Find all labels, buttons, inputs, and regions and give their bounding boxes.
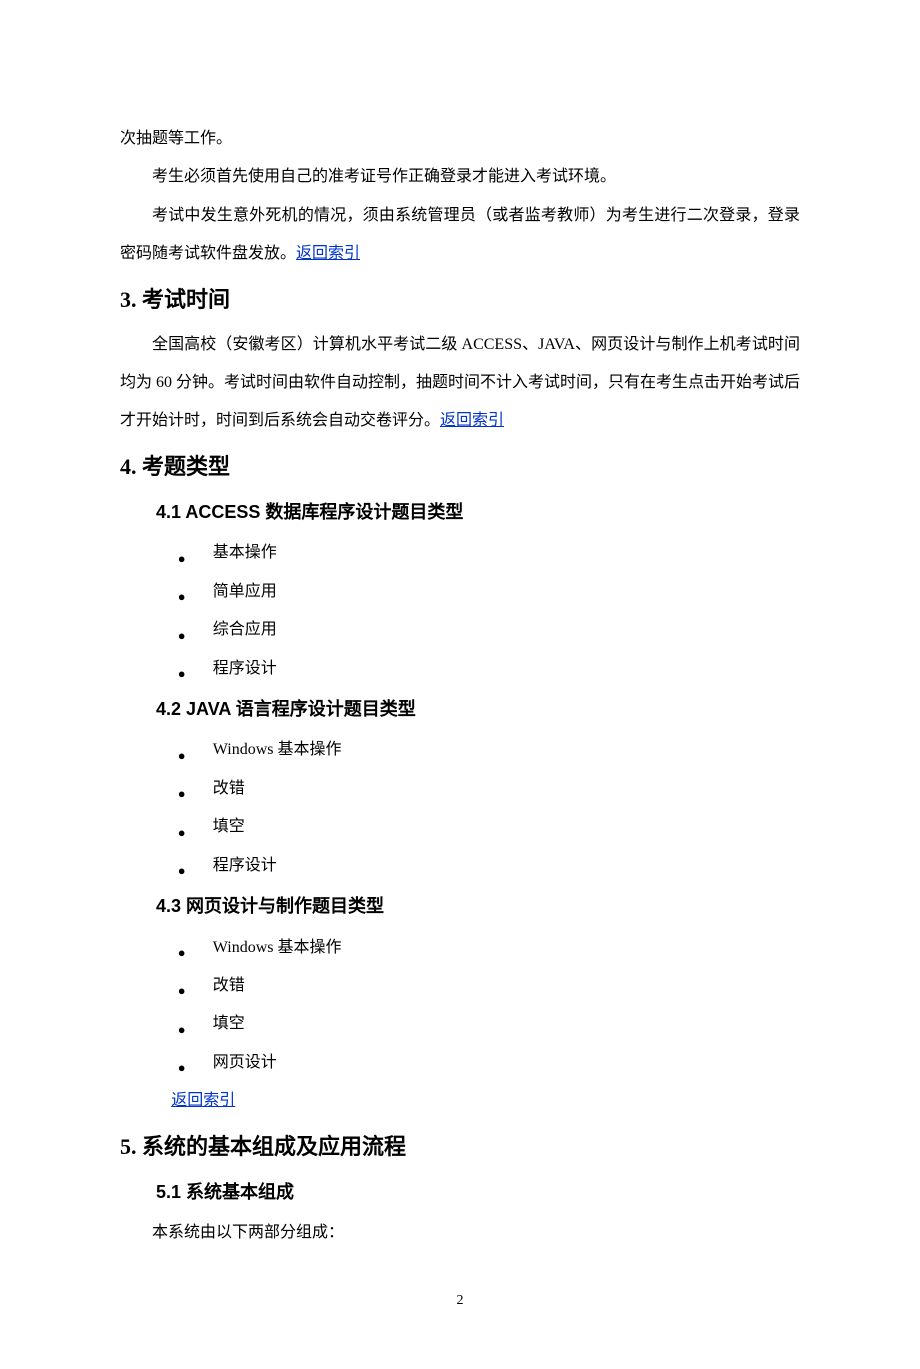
list-item: 改错: [171, 770, 800, 808]
paragraph-text: 考试中发生意外死机的情况，须由系统管理员（或者监考教师）为考生进行二次登录，登录…: [120, 207, 800, 262]
subheading-java: 4.2 JAVA 语言程序设计题目类型: [156, 690, 800, 730]
paragraph: 考生必须首先使用自己的准考证号作正确登录才能进入考试环境。: [120, 158, 800, 196]
bullet-list-access: 基本操作 简单应用 综合应用 程序设计: [171, 534, 800, 688]
paragraph: 全国高校（安徽考区）计算机水平考试二级 ACCESS、JAVA、网页设计与制作上…: [120, 326, 800, 441]
return-index-link[interactable]: 返回索引: [296, 245, 360, 262]
paragraph: 本系统由以下两部分组成：: [152, 1214, 800, 1252]
list-item: Windows 基本操作: [171, 929, 800, 967]
subheading-webdesign: 4.3 网页设计与制作题目类型: [156, 887, 800, 927]
list-item: 程序设计: [171, 847, 800, 885]
list-item: 基本操作: [171, 534, 800, 572]
list-item: 填空: [171, 1005, 800, 1043]
subheading-system-basic: 5.1 系统基本组成: [156, 1173, 800, 1213]
heading-system-composition: 5. 系统的基本组成及应用流程: [120, 1125, 800, 1169]
bullet-list-web: Windows 基本操作 改错 填空 网页设计: [171, 929, 800, 1083]
page-number: 2: [120, 1293, 800, 1309]
subheading-access: 4.1 ACCESS 数据库程序设计题目类型: [156, 493, 800, 533]
return-index-link[interactable]: 返回索引: [171, 1092, 235, 1109]
list-item: 简单应用: [171, 573, 800, 611]
paragraph-continuation: 次抽题等工作。: [120, 120, 800, 158]
heading-exam-time: 3. 考试时间: [120, 278, 800, 322]
return-index-link[interactable]: 返回索引: [440, 412, 504, 429]
list-item: 填空: [171, 808, 800, 846]
list-item: 网页设计: [171, 1044, 800, 1082]
list-item: 改错: [171, 967, 800, 1005]
paragraph: 考试中发生意外死机的情况，须由系统管理员（或者监考教师）为考生进行二次登录，登录…: [120, 197, 800, 274]
heading-question-types: 4. 考题类型: [120, 445, 800, 489]
list-item: Windows 基本操作: [171, 731, 800, 769]
document-page: 次抽题等工作。 考生必须首先使用自己的准考证号作正确登录才能进入考试环境。 考试…: [0, 0, 920, 1369]
list-item: 综合应用: [171, 611, 800, 649]
bullet-list-java: Windows 基本操作 改错 填空 程序设计: [171, 731, 800, 885]
list-item: 程序设计: [171, 650, 800, 688]
return-link-block: 返回索引: [171, 1082, 800, 1120]
